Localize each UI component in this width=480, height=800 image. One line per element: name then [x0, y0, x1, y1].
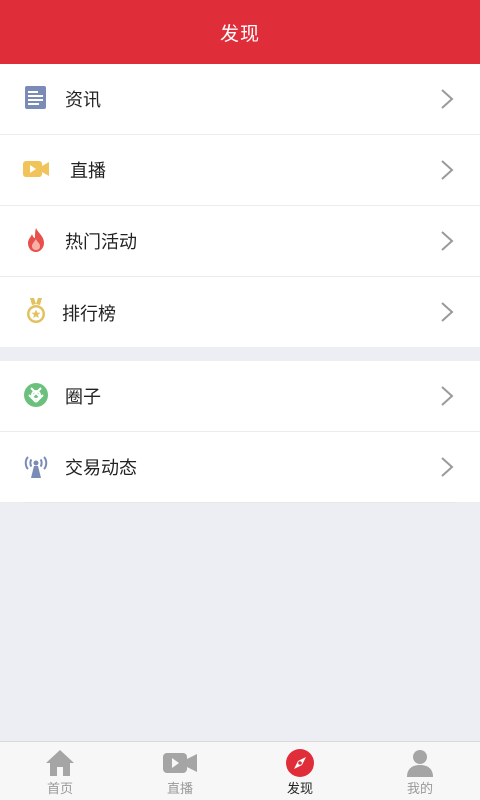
menu-item-ranking[interactable]: 排行榜 — [0, 277, 480, 348]
broadcast-antenna-icon — [24, 456, 48, 478]
news-icon — [25, 86, 46, 109]
video-camera-icon — [163, 753, 197, 773]
menu-item-label: 圈子 — [65, 387, 101, 408]
app-header: 发现 — [0, 0, 480, 64]
menu-item-news[interactable]: 资讯 — [0, 64, 480, 135]
video-camera-icon — [23, 161, 49, 177]
person-icon — [407, 750, 433, 777]
menu-group-1: 资讯 直播 热门活动 排行榜 — [0, 64, 480, 347]
tab-label: 直播 — [166, 782, 193, 797]
tab-mine[interactable]: 我的 — [360, 742, 480, 800]
chevron-right-icon — [441, 457, 454, 477]
divider — [24, 502, 456, 503]
menu-group-2: 圈子 交易动态 — [0, 361, 480, 503]
tab-live[interactable]: 直播 — [120, 742, 240, 800]
flame-icon — [28, 228, 44, 252]
menu-item-hot-events[interactable]: 热门活动 — [0, 206, 480, 277]
chevron-right-icon — [441, 231, 454, 251]
compass-icon — [286, 749, 314, 777]
menu-item-label: 排行榜 — [62, 303, 116, 325]
menu-item-circle[interactable]: 圈子 — [0, 361, 480, 432]
menu-item-label: 资讯 — [65, 90, 101, 111]
menu-item-trade-news[interactable]: 交易动态 — [0, 432, 480, 503]
tab-home[interactable]: 首页 — [0, 742, 120, 800]
chevron-right-icon — [441, 302, 454, 322]
chevron-right-icon — [441, 89, 454, 109]
tab-label: 发现 — [286, 782, 313, 797]
menu-item-label: 交易动态 — [65, 458, 137, 479]
tab-label: 我的 — [406, 782, 433, 797]
bottom-tab-bar: 首页 直播 发现 我的 — [0, 741, 480, 800]
menu-item-label: 直播 — [70, 161, 106, 182]
menu-item-label: 热门活动 — [65, 232, 137, 253]
tab-label: 首页 — [46, 782, 73, 797]
circle-aperture-icon — [24, 383, 48, 407]
medal-icon — [27, 298, 45, 323]
chevron-right-icon — [441, 386, 454, 406]
home-icon — [46, 750, 74, 776]
page-title: 发现 — [219, 22, 260, 45]
menu-item-live[interactable]: 直播 — [0, 135, 480, 206]
chevron-right-icon — [441, 160, 454, 180]
tab-discover[interactable]: 发现 — [240, 742, 360, 800]
